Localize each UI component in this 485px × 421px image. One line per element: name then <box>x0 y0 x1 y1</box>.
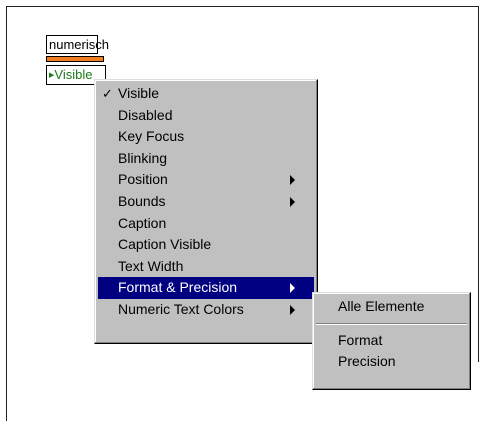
menu-item-position[interactable]: Position <box>95 169 317 191</box>
menu-item-caption-visible[interactable]: Caption Visible <box>95 234 317 256</box>
menu-item-label: Position <box>118 171 168 188</box>
submenu-item-label: Alle Elemente <box>338 298 425 314</box>
menu-separator <box>316 322 467 325</box>
menu-item-text-width[interactable]: Text Width <box>95 256 317 278</box>
menu-item-label: Visible <box>118 85 159 101</box>
submenu-arrow-icon <box>290 196 295 207</box>
property-node-label: Visible <box>54 67 93 82</box>
menu-item-visible[interactable]: ✓ Visible <box>95 83 317 105</box>
menu-item-label: Numeric Text Colors <box>118 300 244 317</box>
submenu-arrow-icon <box>290 304 295 315</box>
menu-item-key-focus[interactable]: Key Focus <box>95 126 317 148</box>
menu-item-format-precision[interactable]: Format & Precision <box>98 277 314 299</box>
menu-item-label: Caption Visible <box>118 236 212 253</box>
menu-item-label: Blinking <box>118 149 168 166</box>
menu-item-label: Format & Precision <box>118 279 238 296</box>
menu-item-label: Text Width <box>118 257 184 274</box>
submenu-item-label: Format <box>338 331 383 348</box>
numeric-control-bar[interactable] <box>46 56 104 62</box>
menu-item-caption[interactable]: Caption <box>95 213 317 235</box>
menu-item-numeric-text-colors[interactable]: Numeric Text Colors <box>95 299 317 321</box>
check-icon: ✓ <box>102 86 113 101</box>
panel-border-right <box>478 6 479 362</box>
menu-item-bounds[interactable]: Bounds <box>95 191 317 213</box>
submenu-item-format[interactable]: Format <box>313 330 470 352</box>
format-precision-submenu: Alle Elemente Format Precision <box>312 292 471 390</box>
menu-item-label: Bounds <box>118 192 166 209</box>
menu-item-label: Key Focus <box>118 128 185 145</box>
context-menu: ✓ Visible Disabled Key Focus Blinking Po… <box>94 79 318 344</box>
menu-item-label: Caption <box>118 214 167 231</box>
submenu-item-precision[interactable]: Precision <box>313 351 470 373</box>
submenu-item-alle-elemente[interactable]: Alle Elemente <box>313 296 470 318</box>
submenu-arrow-icon <box>290 175 295 186</box>
submenu-item-label: Precision <box>338 353 396 370</box>
control-label[interactable]: numerisch <box>46 35 109 54</box>
panel-border-top <box>6 6 479 7</box>
menu-item-disabled[interactable]: Disabled <box>95 105 317 127</box>
menu-item-label: Disabled <box>118 106 173 123</box>
panel-border-left <box>6 6 7 421</box>
menu-item-blinking[interactable]: Blinking <box>95 148 317 170</box>
submenu-arrow-icon <box>290 283 295 294</box>
